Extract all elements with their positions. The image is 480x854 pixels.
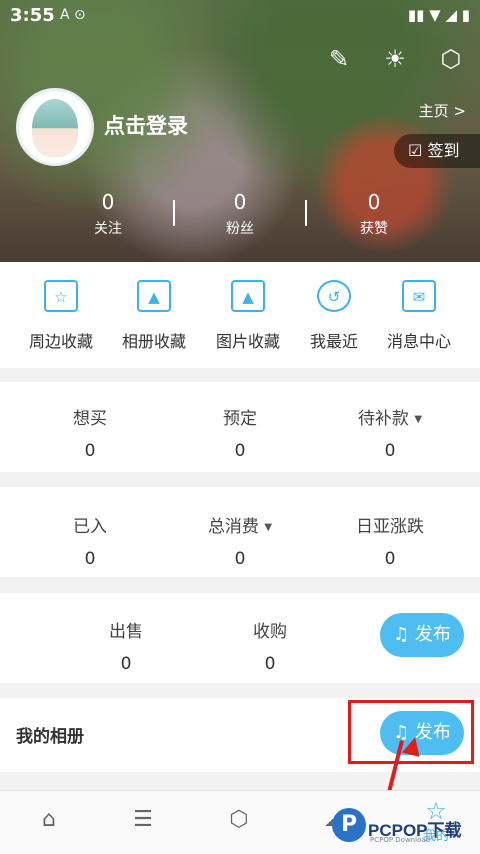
quick-album-favorites[interactable]: ▲ 相册收藏: [112, 280, 196, 352]
feed-tab-icon[interactable]: ☰: [128, 805, 158, 835]
star-card-icon: ☆: [44, 280, 78, 312]
header-toolbar: ✎ ☀ ⬡: [324, 44, 466, 74]
stat-label: 粉丝: [226, 221, 254, 237]
quick-label: 相册收藏: [121, 332, 186, 351]
trade-panel: 出售 0 收购 0 ♫ 发布: [0, 593, 480, 683]
stat-value: 0: [367, 190, 381, 214]
orders-panel: 想买 0 预定 0 待补款 ▼ 0: [0, 382, 480, 472]
trade-sell[interactable]: 出售 0: [46, 617, 206, 674]
stat-followers[interactable]: 0 粉丝: [180, 190, 300, 238]
status-time: 3:55: [10, 5, 55, 26]
homepage-link[interactable]: 主页 >: [419, 100, 466, 121]
avatar-image: [32, 99, 78, 157]
status-right-icons: ▮▮ ▼ ◢ ▮: [407, 6, 470, 24]
stat-label: 获赞: [360, 221, 388, 237]
home-tab-icon[interactable]: ⌂: [34, 805, 64, 835]
cell-value: 0: [120, 654, 132, 674]
order-balance-due[interactable]: 待补款 ▼ 0: [310, 404, 470, 461]
image-icon: ▲: [231, 280, 265, 312]
mail-icon: ✉: [402, 280, 436, 312]
album-icon: ▲: [137, 280, 171, 312]
quick-merch-favorites[interactable]: ☆ 周边收藏: [19, 280, 103, 352]
cell-value: 0: [384, 441, 396, 461]
cell-title: 出售: [109, 622, 143, 642]
cell-title: 总消费: [207, 517, 259, 537]
signin-button[interactable]: ☑ 签到: [394, 134, 480, 168]
theme-icon[interactable]: ☀: [380, 44, 410, 74]
cell-value: 0: [234, 441, 246, 461]
quick-label: 我最近: [309, 332, 358, 351]
cell-value: 0: [84, 441, 96, 461]
quick-label: 图片收藏: [215, 332, 280, 351]
stat-label: 关注: [94, 221, 122, 237]
cell-title: 预定: [223, 409, 257, 429]
box-tab-icon[interactable]: ⬡: [224, 805, 254, 835]
watermark: P PCPOP下载 PCPOP Download: [320, 806, 480, 853]
profile-stats: 0 关注 0 粉丝 0 获赞: [0, 190, 480, 240]
avatar[interactable]: [16, 88, 94, 166]
watermark-sub: PCPOP Download: [370, 836, 431, 844]
spending-amazon-jp[interactable]: 日亚涨跌 0: [310, 512, 470, 569]
calendar-check-icon: ☑: [408, 141, 428, 160]
cell-title: 想买: [73, 409, 107, 429]
stat-value: 0: [233, 190, 247, 214]
trade-publish-button[interactable]: ♫ 发布: [380, 613, 464, 657]
stat-value: 0: [101, 190, 115, 214]
quick-image-favorites[interactable]: ▲ 图片收藏: [206, 280, 290, 352]
status-left-icons: A ⊙: [60, 7, 86, 23]
watermark-logo: P: [332, 808, 366, 842]
quick-label: 周边收藏: [28, 332, 93, 351]
stat-following[interactable]: 0 关注: [48, 190, 168, 238]
order-reserved[interactable]: 预定 0: [160, 404, 320, 461]
edit-icon[interactable]: ✎: [324, 44, 354, 74]
publish-label: 发布: [414, 624, 451, 645]
spending-panel: 已入 0 总消费 ▼ 0 日亚涨跌 0: [0, 487, 480, 577]
cell-title: 日亚涨跌: [356, 517, 424, 537]
history-icon: ↺: [317, 280, 351, 312]
spending-owned[interactable]: 已入 0: [10, 512, 170, 569]
stat-divider: [305, 200, 307, 226]
cell-value: 0: [384, 549, 396, 569]
stat-likes[interactable]: 0 获赞: [314, 190, 434, 238]
cell-value: 0: [234, 549, 246, 569]
cell-value: 0: [264, 654, 276, 674]
quick-label: 消息中心: [386, 332, 451, 351]
cell-title: 待补款: [357, 409, 409, 429]
stat-divider: [173, 200, 175, 226]
order-want[interactable]: 想买 0: [10, 404, 170, 461]
settings-icon[interactable]: ⬡: [436, 44, 466, 74]
cell-title: 已入: [73, 517, 107, 537]
dropdown-caret-icon[interactable]: ▼: [414, 414, 422, 425]
quick-messages[interactable]: ✉ 消息中心: [377, 280, 461, 352]
dropdown-caret-icon[interactable]: ▼: [264, 522, 272, 533]
spending-total[interactable]: 总消费 ▼ 0: [160, 512, 320, 569]
quick-recent[interactable]: ↺ 我最近: [292, 280, 376, 352]
cell-title: 收购: [253, 622, 287, 642]
trade-buy[interactable]: 收购 0: [190, 617, 350, 674]
bell-icon: ♫: [393, 624, 415, 645]
cell-value: 0: [84, 549, 96, 569]
quick-actions: ☆ 周边收藏 ▲ 相册收藏 ▲ 图片收藏 ↺ 我最近 ✉ 消息中心: [0, 262, 480, 368]
login-link[interactable]: 点击登录: [104, 110, 188, 140]
status-bar: 3:55 A ⊙ ▮▮ ▼ ◢ ▮: [0, 0, 480, 32]
signin-label: 签到: [427, 141, 460, 160]
album-title: 我的相册: [16, 727, 84, 747]
